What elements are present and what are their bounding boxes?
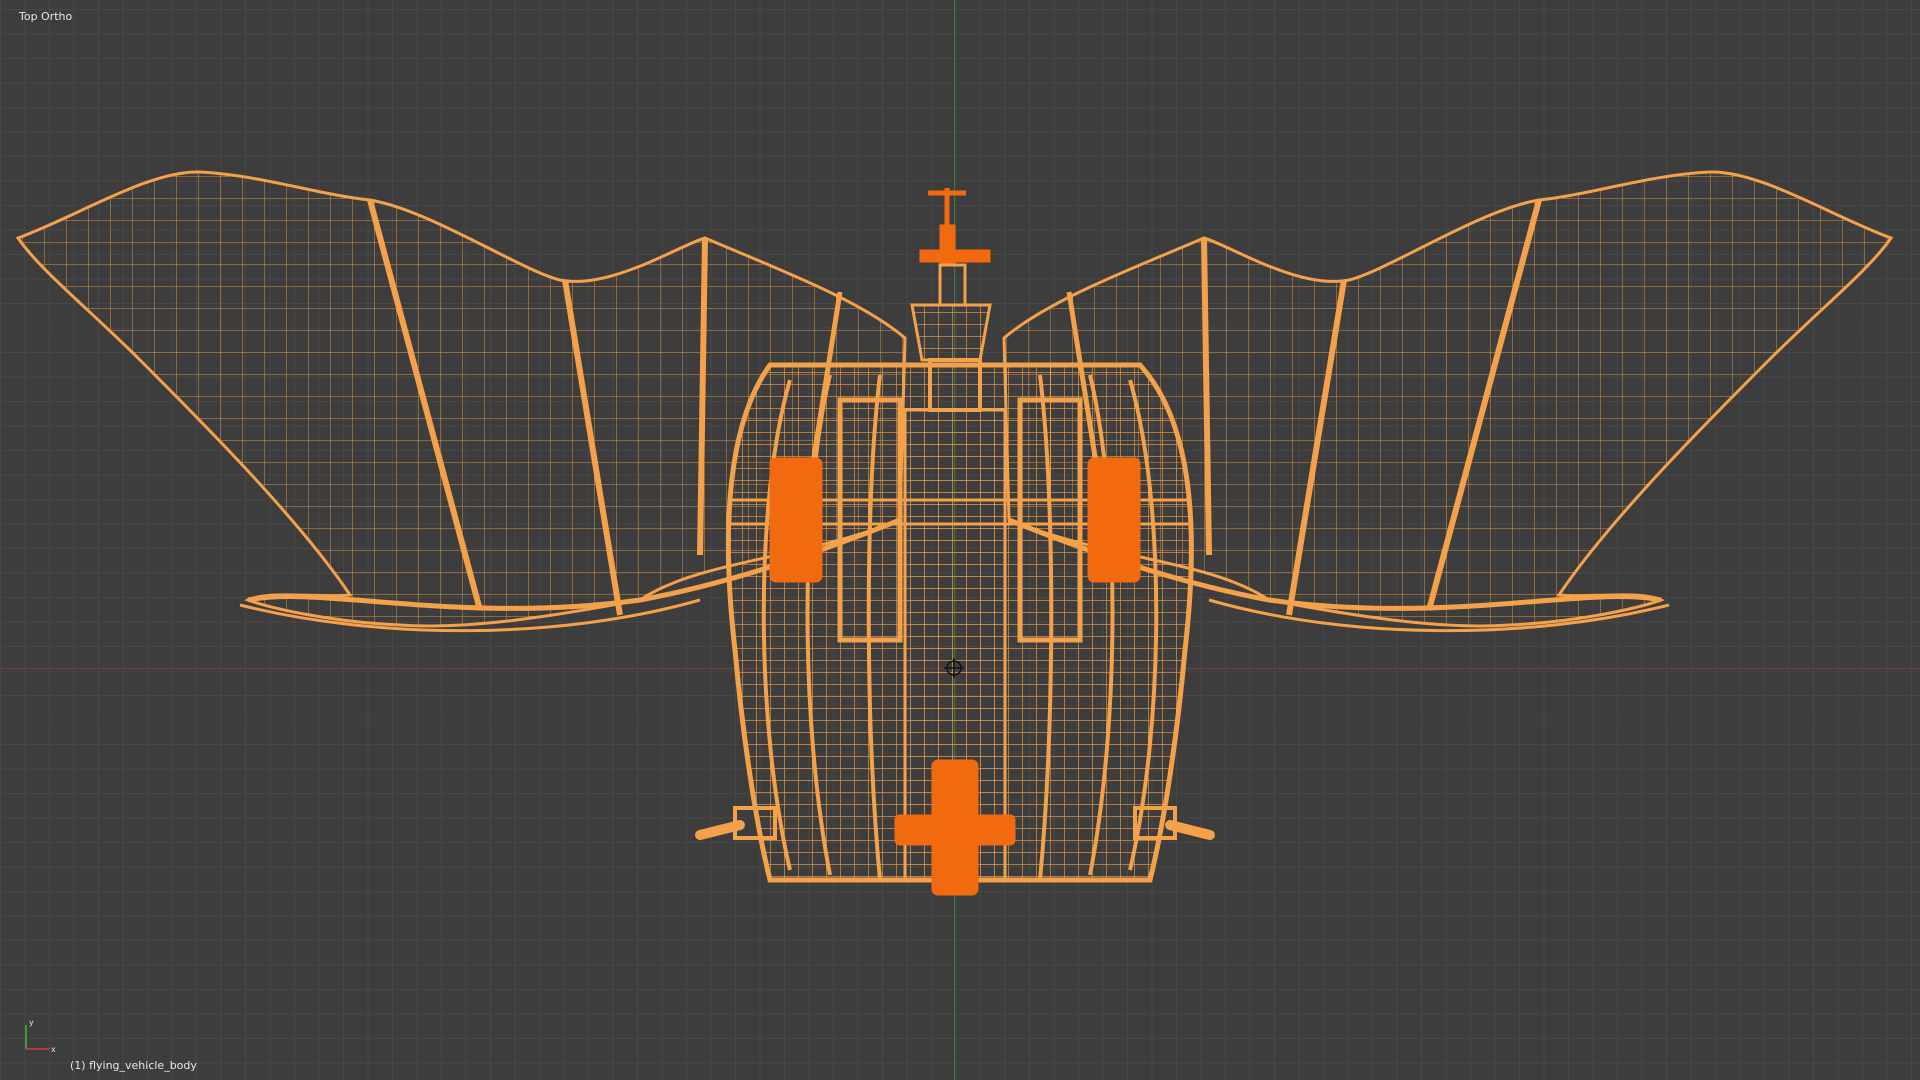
view-label: Top Ortho xyxy=(19,10,73,23)
wireframe-model[interactable] xyxy=(0,0,1920,1080)
axis-gizmo-icon: y x xyxy=(25,1018,56,1054)
svg-text:x: x xyxy=(51,1045,56,1054)
3d-viewport[interactable]: Top Ortho y x (1) flying_vehicle_body xyxy=(0,0,1920,1080)
svg-text:y: y xyxy=(29,1018,34,1027)
active-object-label: (1) flying_vehicle_body xyxy=(70,1059,197,1072)
